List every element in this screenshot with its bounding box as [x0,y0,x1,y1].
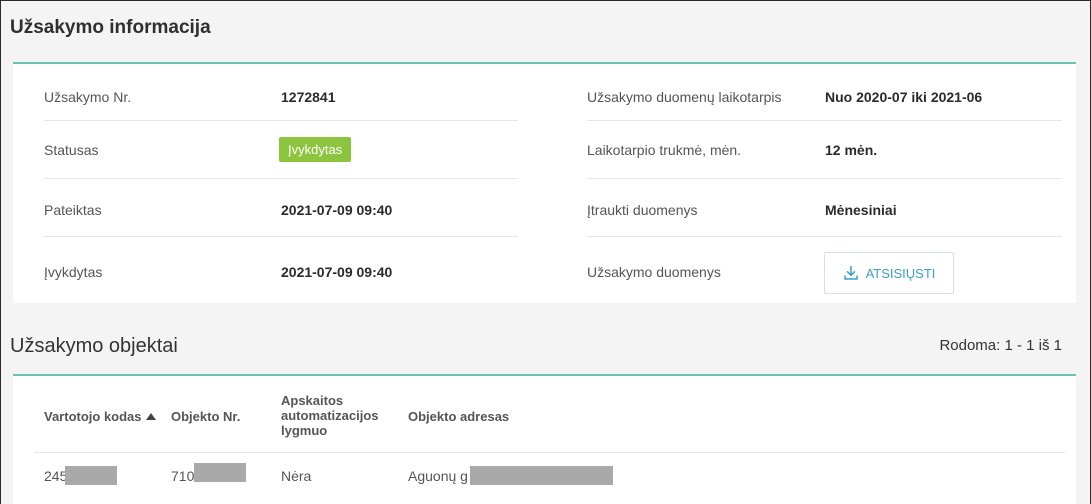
automation-level-cell: Nėra [281,468,312,484]
order-number-value: 1272841 [281,89,336,105]
order-info-panel: Užsakymo Nr. 1272841 Statusas Įvykdytas … [13,62,1076,303]
divider [587,120,1062,121]
column-header-consumer-code[interactable]: Vartotojo kodas [44,409,156,424]
duration-label: Laikotarpio trukmė, mėn. [587,142,742,158]
consumer-code-cell: 245 [44,468,68,484]
duration-value: 12 mėn. [825,142,878,158]
status-label: Statusas [44,142,99,158]
column-header-object-number[interactable]: Objekto Nr. [171,409,240,424]
order-objects-title: Užsakymo objektai [10,335,178,357]
divider [44,236,518,237]
completed-value: 2021-07-09 09:40 [281,264,393,280]
order-number-label: Užsakymo Nr. [44,89,132,105]
submitted-value: 2021-07-09 09:40 [281,202,393,218]
completed-label: Įvykdytas [44,264,103,280]
period-label: Užsakymo duomenų laikotarpis [587,89,782,105]
sort-ascending-icon [145,413,156,420]
column-header-automation-level[interactable]: Apskaitos automatizacijos lygmuo [281,393,389,438]
period-value: Nuo 2020-07 iki 2021-06 [825,89,983,105]
redacted-block [470,466,613,485]
pagination-summary: Rodoma: 1 - 1 iš 1 [939,337,1062,354]
redacted-block [194,463,246,482]
divider [34,452,1065,453]
order-objects-table: Vartotojo kodas Objekto Nr. Apskaitos au… [13,374,1076,504]
order-info-title: Užsakymo informacija [10,17,211,38]
divider [587,236,1062,237]
download-button-label: ATSISIŲSTI [865,265,936,281]
download-icon [843,265,858,280]
divider [44,120,518,121]
redacted-block [65,466,117,485]
download-button[interactable]: ATSISIŲSTI [824,252,954,294]
divider [44,178,518,179]
page-frame: Užsakymo informacija Užsakymo Nr. 127284… [0,0,1091,504]
status-badge: Įvykdytas [279,137,352,162]
column-header-address[interactable]: Objekto adresas [408,409,509,424]
included-data-label: Įtraukti duomenys [587,202,698,218]
submitted-label: Pateiktas [44,202,102,218]
order-data-label: Užsakymo duomenys [587,264,721,280]
object-number-cell: 710 [171,468,195,484]
divider [587,178,1062,179]
included-data-value: Mėnesiniai [825,202,897,218]
address-cell: Aguonų g [408,468,468,484]
